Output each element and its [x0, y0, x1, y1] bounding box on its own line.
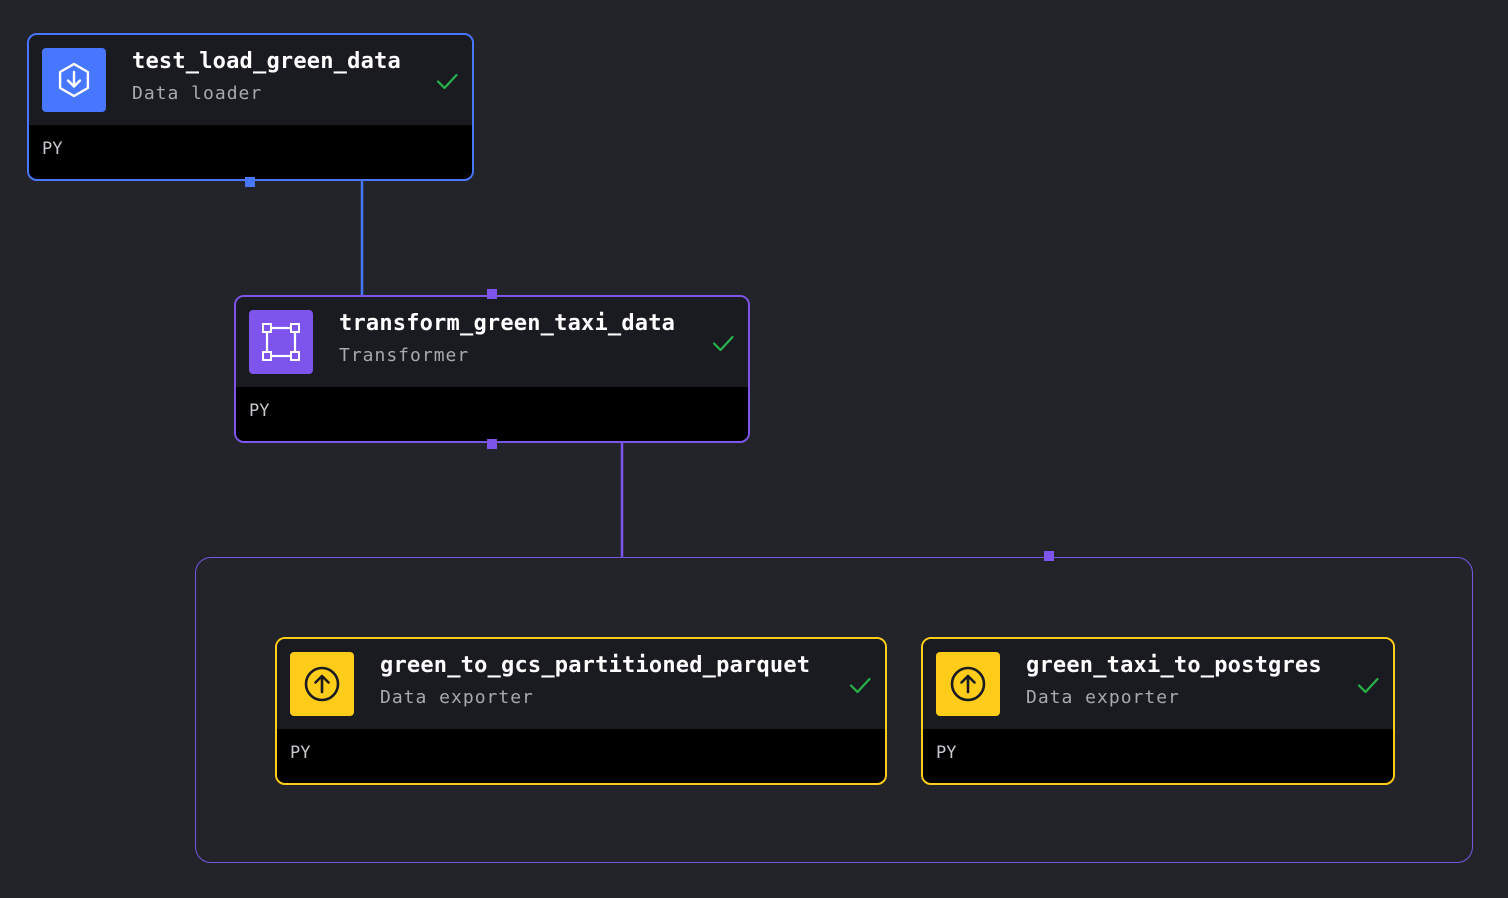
block-green-to-gcs-partitioned-parquet[interactable]: green_to_gcs_partitioned_parquet Data ex… — [275, 637, 887, 785]
success-check-icon — [712, 335, 734, 352]
success-check-icon — [1357, 677, 1379, 694]
block-icon-box — [42, 48, 106, 112]
block-green-taxi-to-postgres[interactable]: green_taxi_to_postgres Data exporter PY — [921, 637, 1395, 785]
block-language: PY — [29, 125, 472, 177]
download-icon — [58, 62, 90, 98]
block-name: green_to_gcs_partitioned_parquet — [380, 653, 811, 678]
block-icon-box — [936, 652, 1000, 716]
group-input-port[interactable] — [1044, 551, 1054, 561]
block-type: Data loader — [132, 83, 263, 104]
output-port[interactable] — [245, 177, 255, 187]
pipeline-dependency-graph: test_load_green_data Data loader PY tran… — [0, 0, 1508, 898]
block-language: PY — [923, 729, 1393, 781]
block-name: transform_green_taxi_data — [339, 311, 676, 336]
block-transform-green-taxi-data[interactable]: transform_green_taxi_data Transformer PY — [234, 295, 750, 443]
block-header: green_to_gcs_partitioned_parquet Data ex… — [277, 639, 885, 729]
block-icon-box — [290, 652, 354, 716]
block-name: green_taxi_to_postgres — [1026, 653, 1322, 678]
block-name: test_load_green_data — [132, 49, 401, 74]
block-language: PY — [277, 729, 885, 781]
output-port[interactable] — [487, 439, 497, 449]
block-type: Data exporter — [1026, 687, 1180, 708]
block-header: test_load_green_data Data loader — [29, 35, 472, 125]
block-type: Transformer — [339, 345, 470, 366]
upload-icon — [950, 666, 986, 702]
upload-icon — [304, 666, 340, 702]
input-port[interactable] — [487, 289, 497, 299]
block-language: PY — [236, 387, 748, 439]
block-header: transform_green_taxi_data Transformer — [236, 297, 748, 387]
success-check-icon — [436, 73, 458, 90]
block-test-load-green-data[interactable]: test_load_green_data Data loader PY — [27, 33, 474, 181]
block-type: Data exporter — [380, 687, 534, 708]
transform-icon — [262, 323, 300, 361]
block-header: green_taxi_to_postgres Data exporter — [923, 639, 1393, 729]
success-check-icon — [849, 677, 871, 694]
block-icon-box — [249, 310, 313, 374]
